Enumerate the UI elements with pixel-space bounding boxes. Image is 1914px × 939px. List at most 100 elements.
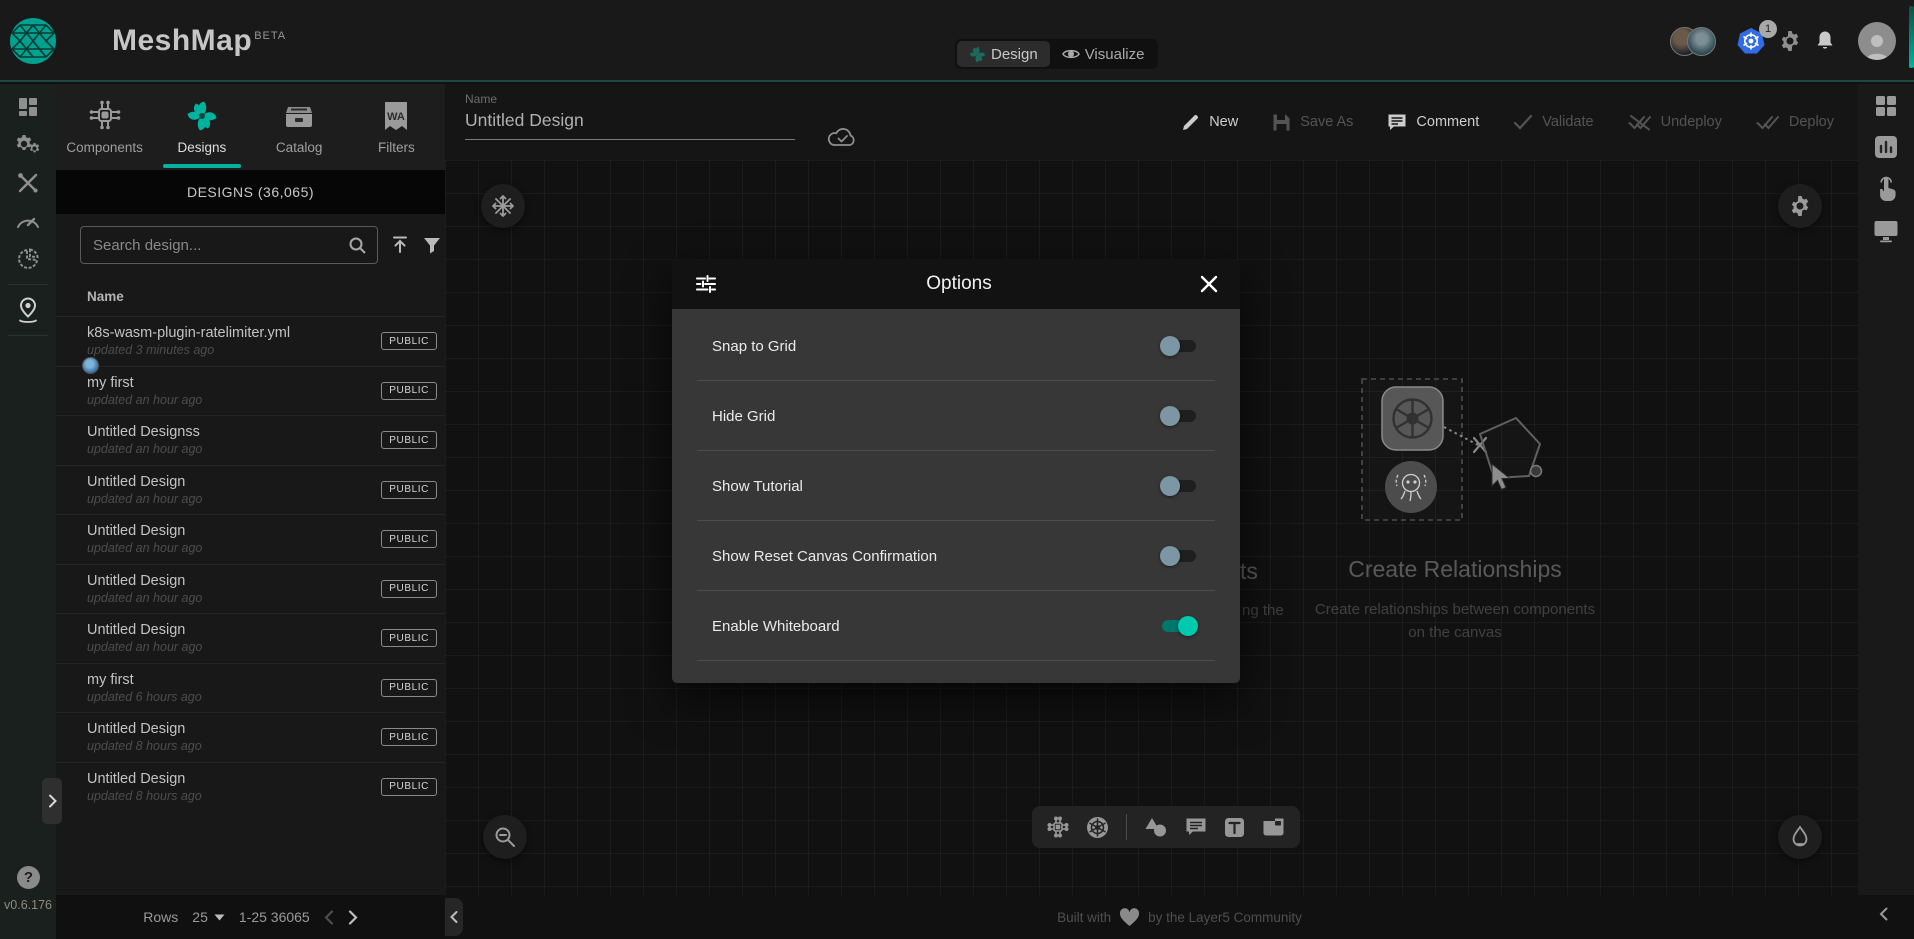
undeploy-button[interactable]: Undeploy [1628, 114, 1722, 131]
tab-catalog[interactable]: Catalog [251, 84, 348, 170]
snap-to-grid-toggle[interactable] [1160, 336, 1198, 356]
visibility-badge[interactable]: PUBLIC [381, 629, 437, 647]
sidebar-item-performance[interactable] [0, 202, 56, 240]
tools-icon [16, 171, 40, 195]
design-list-item[interactable]: k8s-wasm-plugin-ratelimiter.ymlupdated 3… [56, 316, 445, 366]
visibility-badge[interactable]: PUBLIC [381, 530, 437, 548]
sidebar-item-lifecycle[interactable] [0, 126, 56, 164]
footer-text-suffix: by the Layer5 Community [1148, 910, 1302, 925]
show-tutorial-toggle[interactable] [1160, 476, 1198, 496]
media-tool-button[interactable] [1262, 817, 1285, 837]
media-image-icon [1262, 817, 1285, 837]
search-icon[interactable] [348, 236, 367, 255]
design-list-item[interactable]: Untitled Designupdated an hour ago PUBLI… [56, 514, 445, 564]
next-page-button[interactable] [348, 910, 358, 925]
sidebar-item-dashboard[interactable] [0, 88, 56, 126]
help-button[interactable]: ? [17, 866, 40, 889]
save-as-button[interactable]: Save As [1272, 113, 1353, 132]
collaborator-avatar-2[interactable] [1687, 27, 1716, 56]
search-input[interactable] [91, 236, 348, 255]
visibility-badge[interactable]: PUBLIC [381, 580, 437, 598]
design-list-item[interactable]: Untitled Designupdated an hour ago PUBLI… [56, 465, 445, 515]
wa-filter-icon: WA [381, 99, 411, 133]
gear-icon [1788, 194, 1812, 218]
interaction-mode-button[interactable] [1874, 176, 1898, 203]
design-list-item[interactable]: Untitled Designupdated 8 hours ago PUBLI… [56, 762, 445, 812]
screen-monitor-icon [1873, 219, 1899, 243]
visibility-badge[interactable]: PUBLIC [381, 778, 437, 796]
analytics-panel-button[interactable] [1873, 134, 1899, 160]
notifications-button[interactable] [1815, 30, 1835, 53]
components-tool-button[interactable] [1047, 816, 1069, 838]
comment-tool-button[interactable] [1185, 817, 1207, 837]
design-list-item[interactable]: Untitled Designupdated an hour ago PUBLI… [56, 564, 445, 614]
canvas-options-button[interactable] [1778, 184, 1822, 228]
publish-design-button[interactable] [390, 235, 410, 255]
freeze-layout-button[interactable] [481, 184, 525, 228]
tab-design-label: Design [991, 46, 1038, 63]
validate-button[interactable]: Validate [1513, 114, 1593, 130]
filter-button[interactable] [422, 235, 442, 255]
settings-button[interactable] [1778, 29, 1802, 53]
design-list-item[interactable]: Untitled Designupdated 8 hours ago PUBLI… [56, 712, 445, 762]
new-design-button[interactable]: New [1181, 113, 1238, 132]
design-list-item[interactable]: my firstupdated an hour ago PUBLIC [56, 366, 445, 416]
option-label: Show Reset Canvas Confirmation [712, 548, 937, 565]
visibility-badge[interactable]: PUBLIC [381, 481, 437, 499]
design-list-item[interactable]: Untitled Designssupdated an hour ago PUB… [56, 415, 445, 465]
shapes-tool-button[interactable] [1144, 817, 1168, 838]
text-tool-button[interactable] [1224, 817, 1245, 838]
tab-components[interactable]: Components [56, 84, 153, 170]
close-button[interactable] [1200, 275, 1218, 293]
comment-button[interactable]: Comment [1387, 113, 1479, 132]
panel-tabs: Components Designs [56, 84, 445, 170]
visibility-badge[interactable]: PUBLIC [381, 332, 437, 350]
kubernetes-context-button[interactable]: 1 [1737, 27, 1765, 55]
prev-page-button[interactable] [324, 910, 334, 925]
enable-whiteboard-toggle[interactable] [1160, 616, 1198, 636]
heart-icon [1119, 908, 1140, 927]
rows-per-page-select[interactable]: 25 [192, 909, 225, 925]
visibility-badge[interactable]: PUBLIC [381, 382, 437, 400]
option-label: Enable Whiteboard [712, 618, 840, 635]
display-mode-button[interactable] [1873, 219, 1899, 243]
deploy-button[interactable]: Deploy [1756, 114, 1834, 131]
tab-designs[interactable]: Designs [153, 84, 250, 170]
layer5-logo-icon[interactable] [5, 12, 61, 70]
comment-bubble-icon [1185, 817, 1207, 837]
visibility-badge[interactable]: PUBLIC [381, 679, 437, 697]
sidebar-item-meshmap[interactable] [0, 291, 56, 329]
rail-expand-handle[interactable] [42, 778, 62, 824]
design-name-field: Name [465, 92, 815, 140]
sidebar-item-toolkit[interactable] [0, 164, 56, 202]
ink-drop-button[interactable] [1778, 815, 1822, 859]
show-reset-canvas-confirmation-toggle[interactable] [1160, 546, 1198, 566]
options-modal-body: Snap to Grid Hide Grid Show Tutorial Sho… [672, 309, 1240, 683]
eye-icon [1062, 47, 1080, 61]
zoom-out-button[interactable] [483, 815, 527, 859]
user-avatar[interactable] [1858, 22, 1896, 60]
visibility-badge[interactable]: PUBLIC [381, 728, 437, 746]
kubernetes-tool-button[interactable] [1086, 816, 1109, 839]
footer-collapse-handle[interactable] [445, 898, 463, 936]
tab-visualize[interactable]: Visualize [1050, 41, 1157, 67]
design-updated: updated an hour ago [87, 591, 381, 605]
design-list-item[interactable]: my firstupdated 6 hours ago PUBLIC [56, 663, 445, 713]
hide-grid-toggle[interactable] [1160, 406, 1198, 426]
tab-filters[interactable]: WA Filters [348, 84, 445, 170]
notification-drawer-edge[interactable] [1909, 6, 1914, 68]
design-updated: updated an hour ago [87, 442, 381, 456]
right-panel-collapse-handle[interactable] [1879, 907, 1888, 921]
sidebar-item-analytics[interactable] [0, 240, 56, 278]
gears-icon [15, 134, 41, 156]
action-label: New [1209, 114, 1238, 130]
design-name-input[interactable] [465, 106, 795, 140]
option-row: Hide Grid [672, 381, 1240, 451]
dock-divider [1126, 814, 1127, 840]
search-box[interactable] [80, 226, 378, 264]
design-list-item[interactable]: Untitled Designupdated an hour ago PUBLI… [56, 613, 445, 663]
visibility-badge[interactable]: PUBLIC [381, 431, 437, 449]
action-label: Save As [1300, 114, 1353, 130]
widgets-button[interactable] [1874, 94, 1898, 118]
tab-design[interactable]: Design [957, 41, 1050, 67]
